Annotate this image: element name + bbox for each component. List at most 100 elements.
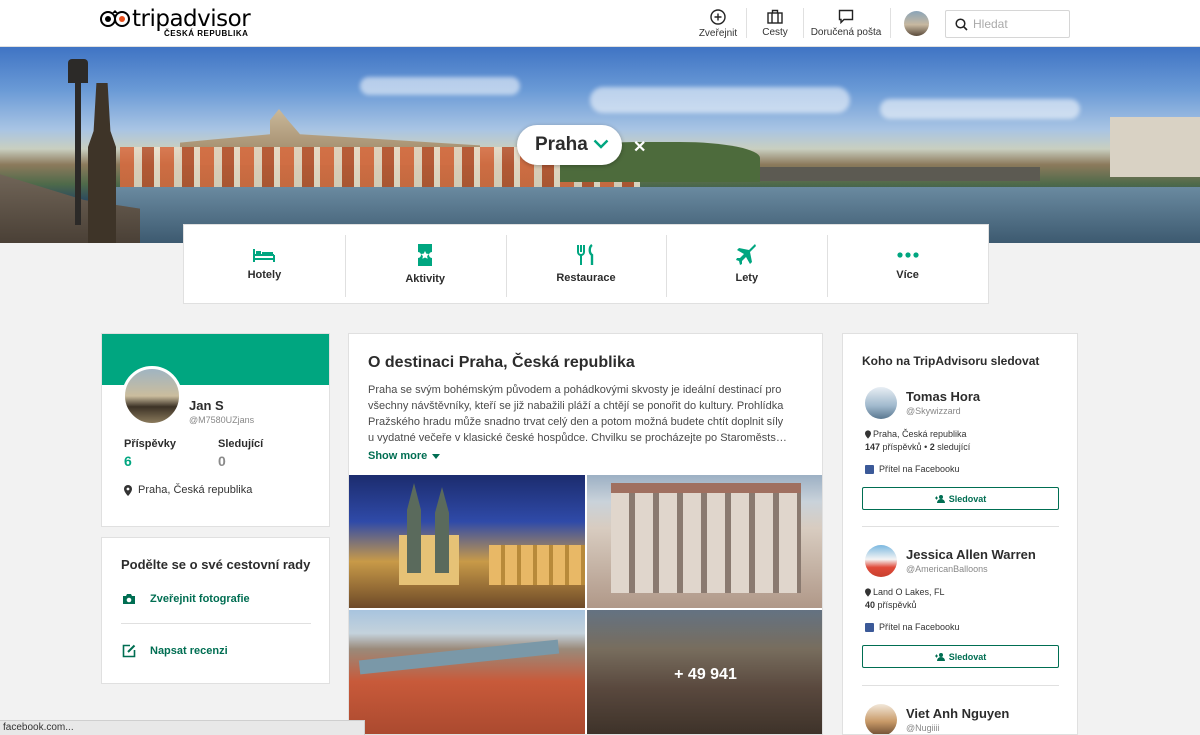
river <box>358 639 560 675</box>
owl-logo-icon <box>100 10 130 27</box>
user-name[interactable]: Jessica Allen Warren <box>906 547 1036 562</box>
user-avatar[interactable] <box>865 704 897 734</box>
photo-palace-facade[interactable] <box>587 475 822 608</box>
plus-circle-icon <box>710 8 726 25</box>
location-pin-icon <box>865 429 871 439</box>
search-icon <box>955 18 968 31</box>
destination-selector[interactable]: Praha <box>517 125 622 165</box>
divider <box>862 526 1059 527</box>
category-restaurants-label: Restaurace <box>556 272 616 284</box>
facebook-friend-label: Přítel na Facebooku <box>879 622 960 632</box>
about-description: Praha se svým bohémským původem a pohádk… <box>368 384 787 444</box>
facebook-friend: Přítel na Facebooku <box>865 622 960 632</box>
cloud <box>590 87 850 113</box>
user-avatar[interactable] <box>865 545 897 577</box>
camera-icon <box>123 594 135 604</box>
add-user-icon <box>934 494 945 503</box>
divider <box>890 8 891 38</box>
follow-button[interactable]: Sledovat <box>862 645 1059 668</box>
facebook-icon <box>865 622 874 632</box>
browser-status-bar: facebook.com... <box>0 720 365 735</box>
user-handle: @Nugiiii <box>906 723 940 733</box>
photo-count: + 49 941 <box>674 666 737 683</box>
nav-trips-label: Cesty <box>762 27 788 38</box>
user-name[interactable]: Tomas Hora <box>906 389 980 404</box>
posts-count[interactable]: 6 <box>124 453 132 469</box>
follow-button[interactable]: Sledovat <box>862 487 1059 510</box>
facebook-icon <box>865 464 874 474</box>
user-posts-count: 147 <box>865 442 881 452</box>
divider <box>746 8 747 38</box>
tripadvisor-logo[interactable]: tripadvisor ČESKÁ REPUBLIKA <box>100 6 251 40</box>
facade <box>611 493 801 593</box>
nav-trips[interactable]: Cesty <box>760 0 790 47</box>
show-more-label: Show more <box>368 450 428 462</box>
category-more[interactable]: Více <box>827 225 988 303</box>
user-avatar[interactable] <box>904 11 929 36</box>
facebook-friend-label: Přítel na Facebooku <box>879 464 960 474</box>
user-followers-count: 2 <box>929 442 935 452</box>
user-handle: @Skywizzard <box>906 406 961 416</box>
user-stats: 147 příspěvků • 2 sledující <box>865 442 971 452</box>
facebook-friend: Přítel na Facebooku <box>865 464 960 474</box>
bridge <box>760 167 1040 181</box>
profile-handle: @M7580UZjans <box>189 415 255 425</box>
profile-location-text: Praha, Česká republika <box>138 484 253 496</box>
publish-photos-link[interactable]: Zveřejnit fotografie <box>122 593 250 605</box>
plane-icon <box>735 244 756 265</box>
photo-city-panorama[interactable] <box>349 610 585 734</box>
statue <box>88 83 116 243</box>
category-restaurants[interactable]: Restaurace <box>505 225 667 303</box>
user-handle: @AmericanBalloons <box>906 564 988 574</box>
search-input[interactable] <box>973 15 1065 33</box>
suitcase-icon <box>767 9 783 24</box>
lamp-head <box>68 59 88 83</box>
category-bar: Hotely Aktivity Restaurace Lety Více <box>183 224 989 304</box>
category-hotels[interactable]: Hotely <box>184 225 345 303</box>
category-activities[interactable]: Aktivity <box>344 225 506 303</box>
divider <box>803 8 804 38</box>
tower <box>407 483 421 573</box>
user-posts-count: 40 <box>865 600 876 610</box>
about-title: O destinaci Praha, Česká republika <box>368 354 635 371</box>
category-hotels-label: Hotely <box>247 269 282 281</box>
nav-inbox[interactable]: Doručená pošta <box>808 0 884 47</box>
user-location-text: Land O Lakes, FL <box>873 587 945 597</box>
category-flights[interactable]: Lety <box>666 225 827 303</box>
cloud <box>880 99 1080 119</box>
profile-avatar[interactable] <box>122 366 182 426</box>
nav-publish[interactable]: Zveřejnit <box>698 0 738 47</box>
buildings <box>489 545 585 585</box>
who-to-follow-card: Koho na TripAdvisoru sledovat Tomas Hora… <box>842 333 1078 735</box>
user-posts-label: příspěvků <box>877 600 917 610</box>
user-location: Land O Lakes, FL <box>865 587 945 597</box>
category-flights-label: Lety <box>735 272 759 284</box>
write-review-link[interactable]: Napsat recenzi <box>122 644 228 658</box>
chevron-down-icon <box>593 139 609 149</box>
user-avatar[interactable] <box>865 387 897 419</box>
add-user-icon <box>934 652 945 661</box>
user-location: Praha, Česká republika <box>865 429 967 439</box>
photo-more-gallery[interactable]: + 49 941 <box>587 610 822 734</box>
ticket-icon <box>418 244 433 266</box>
location-pin-icon <box>124 484 132 496</box>
show-more-link[interactable]: Show more <box>368 450 441 462</box>
edit-icon <box>122 644 136 658</box>
write-review-label: Napsat recenzi <box>150 645 228 657</box>
user-posts-label: příspěvků <box>882 442 922 452</box>
destination-name: Praha <box>535 134 588 155</box>
close-icon[interactable]: ✕ <box>633 137 646 157</box>
bed-icon <box>253 249 276 262</box>
photo-old-town-square[interactable] <box>349 475 585 608</box>
divider <box>862 685 1059 686</box>
profile-name[interactable]: Jan S <box>189 398 224 413</box>
divider <box>121 623 311 624</box>
user-name[interactable]: Viet Anh Nguyen <box>906 706 1009 721</box>
publish-photos-label: Zveřejnit fotografie <box>150 593 250 605</box>
cloud <box>360 77 520 95</box>
nav-publish-label: Zveřejnit <box>698 27 738 39</box>
follow-button-label: Sledovat <box>948 651 987 662</box>
search-box[interactable] <box>945 10 1070 38</box>
destination-about-card: O destinaci Praha, Česká republika Praha… <box>348 333 823 735</box>
caret-down-icon <box>432 453 441 459</box>
